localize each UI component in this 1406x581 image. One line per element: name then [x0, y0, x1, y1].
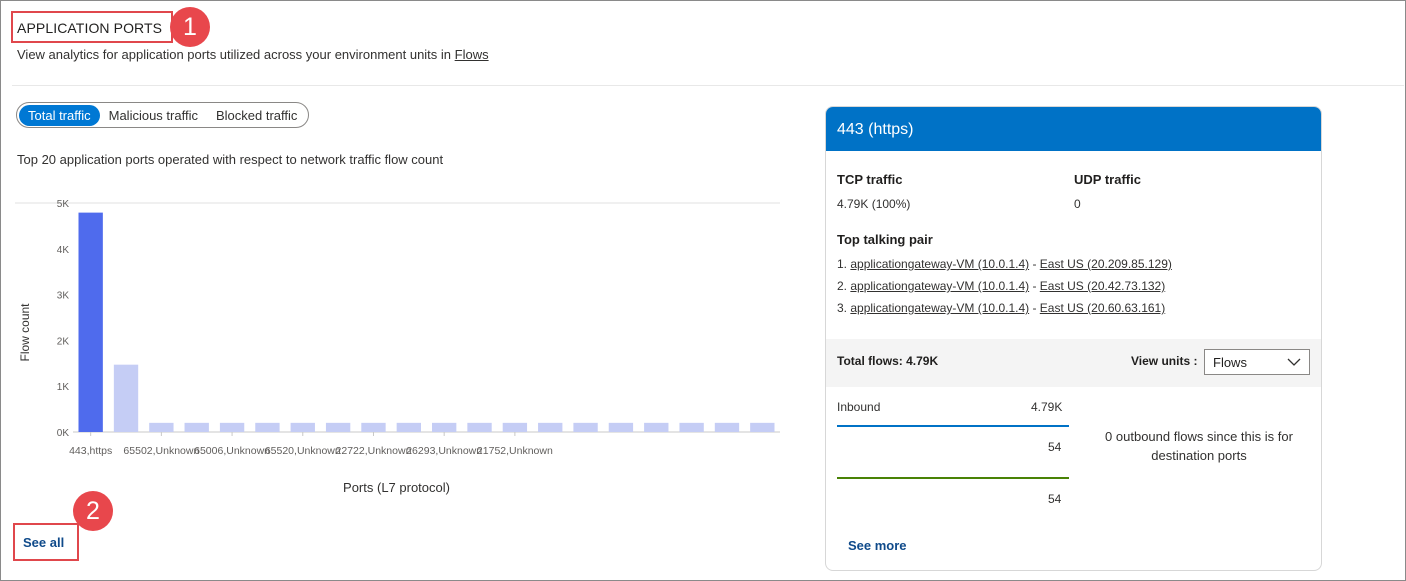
port-detail-card: 443 (https) TCP traffic 4.79K (100%) UDP…: [825, 106, 1322, 571]
view-units-label: View units :: [1131, 354, 1198, 368]
tab-malicious-traffic[interactable]: Malicious traffic: [100, 105, 207, 126]
section-subtitle: View analytics for application ports uti…: [17, 47, 489, 62]
pair-destination-link[interactable]: East US (20.60.63.161): [1040, 301, 1165, 315]
section-divider: [12, 85, 1404, 86]
traffic-type-toggle: Total traffic Malicious traffic Blocked …: [16, 102, 310, 128]
udp-traffic-label: UDP traffic: [1074, 172, 1141, 187]
y-tick-label: 3K: [57, 291, 70, 302]
y-tick-label: 5K: [57, 199, 70, 210]
total-flows: Total flows: 4.79K: [837, 354, 939, 368]
udp-traffic-value: 0: [1074, 197, 1081, 211]
x-tick-label: 443,https: [69, 445, 112, 457]
pair-number: 2.: [837, 279, 848, 293]
y-tick-label: 0K: [57, 428, 70, 439]
y-tick-label: 4K: [57, 245, 70, 256]
flows-summary-bar: Total flows: 4.79K View units : Flows: [826, 339, 1321, 387]
top-talking-pair-label: Top talking pair: [837, 232, 933, 247]
flow-count-value: 54: [1048, 492, 1062, 506]
pair-source-link[interactable]: applicationgateway-VM (10.0.1.4): [850, 279, 1029, 293]
outbound-note: 0 outbound flows since this is for desti…: [1105, 429, 1293, 463]
bar-5: [255, 422, 280, 432]
inbound-value: 4.79K: [1031, 400, 1063, 414]
view-units-value: Flows: [1213, 355, 1247, 370]
tcp-traffic-label: TCP traffic: [837, 172, 903, 187]
pair-number: 1.: [837, 257, 848, 271]
bar-1: [113, 364, 139, 432]
bar-2: [149, 422, 174, 432]
pair-destination-link[interactable]: East US (20.42.73.132): [1040, 279, 1165, 293]
bar-9: [396, 422, 421, 432]
x-tick-label: 65006,Unknown: [194, 445, 270, 457]
talking-pair-item: 1. applicationgateway-VM (10.0.1.4) - Ea…: [837, 257, 1172, 271]
pair-separator: -: [1029, 279, 1040, 293]
bar-3: [184, 422, 209, 432]
x-axis-title: Ports (L7 protocol): [343, 480, 450, 495]
subtitle-text: View analytics for application ports uti…: [17, 47, 455, 62]
x-tick-label: 26293,Unknown: [406, 445, 482, 457]
callout-badge-2: 2: [73, 491, 113, 531]
bar-8: [361, 422, 386, 432]
inbound-label: Inbound: [837, 400, 881, 414]
pair-number: 3.: [837, 301, 848, 315]
pair-source-link[interactable]: applicationgateway-VM (10.0.1.4): [850, 301, 1029, 315]
port-detail-header: 443 (https): [826, 107, 1321, 151]
bar-11: [467, 422, 492, 432]
flow-count-value: 54: [1048, 440, 1062, 454]
talking-pair-item: 2. applicationgateway-VM (10.0.1.4) - Ea…: [837, 279, 1165, 293]
see-more-link[interactable]: See more: [848, 538, 907, 553]
bar-15: [608, 422, 634, 432]
outbound-line: [837, 477, 1069, 479]
tab-blocked-traffic[interactable]: Blocked traffic: [207, 105, 306, 126]
bar-12: [502, 422, 528, 432]
tcp-traffic-value: 4.79K (100%): [837, 197, 911, 211]
bar-19: [750, 422, 775, 432]
chart-description: Top 20 application ports operated with r…: [17, 152, 444, 167]
inbound-line: [837, 425, 1069, 427]
chevron-down-icon: [1287, 358, 1301, 366]
y-axis-title: Flow count: [18, 303, 32, 362]
callout-badge-1: 1: [170, 7, 210, 47]
x-tick-label: 21752,Unknown: [477, 445, 553, 457]
x-tick-label: 65520,Unknown: [265, 445, 341, 457]
pair-destination-link[interactable]: East US (20.209.85.129): [1040, 257, 1172, 271]
bar-0: [78, 212, 103, 432]
bar-16: [644, 422, 669, 432]
bar-14: [573, 422, 598, 432]
see-all-link[interactable]: See all: [23, 535, 64, 550]
x-tick-label: 22722,Unknown: [336, 445, 412, 457]
bar-17: [679, 422, 704, 432]
section-title: APPLICATION PORTS: [17, 20, 163, 36]
y-tick-label: 1K: [57, 382, 70, 393]
tab-total-traffic[interactable]: Total traffic: [19, 104, 100, 126]
pair-source-link[interactable]: applicationgateway-VM (10.0.1.4): [850, 257, 1029, 271]
y-tick-label: 2K: [57, 336, 70, 347]
bar-13: [538, 422, 563, 432]
bar-4: [219, 422, 245, 432]
bar-6: [290, 422, 315, 432]
bar-18: [714, 422, 740, 432]
talking-pair-item: 3. applicationgateway-VM (10.0.1.4) - Ea…: [837, 301, 1165, 315]
pair-separator: -: [1029, 257, 1040, 271]
x-tick-label: 65502,Unknown: [123, 445, 199, 457]
bar-7: [325, 422, 351, 432]
pair-separator: -: [1029, 301, 1040, 315]
flows-link[interactable]: Flows: [455, 47, 489, 62]
view-units-select[interactable]: Flows: [1204, 349, 1310, 375]
bar-10: [432, 422, 457, 432]
ports-bar-chart: 0K 1K 2K 3K 4K 5K 443,https 65502,Unknown65006,…: [15, 199, 780, 495]
